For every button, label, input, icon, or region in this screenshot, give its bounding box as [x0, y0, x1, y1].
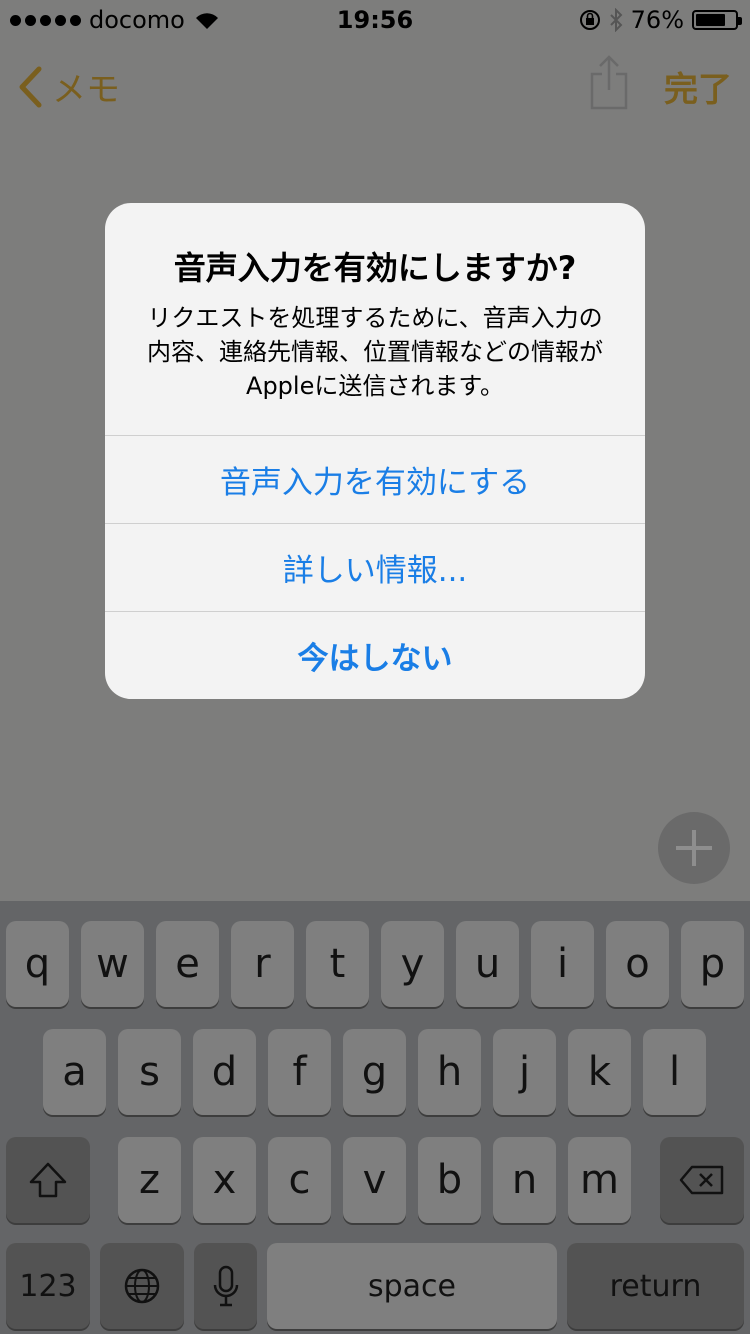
space-key[interactable]: space: [267, 1243, 557, 1329]
key-k[interactable]: k: [568, 1029, 631, 1115]
battery-level-fill: [696, 14, 725, 26]
backspace-key[interactable]: [660, 1137, 744, 1223]
alert-title: 音声入力を有効にしますか?: [173, 249, 577, 287]
shift-arrow-icon: [29, 1162, 67, 1198]
key-l[interactable]: l: [643, 1029, 706, 1115]
plus-icon: [676, 830, 712, 866]
key-p[interactable]: p: [681, 921, 744, 1007]
add-checklist-button[interactable]: [658, 812, 730, 884]
done-button[interactable]: 完了: [664, 62, 732, 111]
rotation-lock-icon: [579, 10, 600, 30]
alert-message-line: 内容、連絡先情報、位置情報などの情報が: [147, 338, 603, 366]
chevron-left-icon: [19, 66, 42, 107]
key-i[interactable]: i: [531, 921, 594, 1007]
status-bar: docomo 19:56 76%: [0, 0, 750, 40]
dictation-alert: 音声入力を有効にしますか? リクエストを処理するために、音声入力の 内容、連絡先…: [105, 203, 645, 699]
key-x[interactable]: x: [193, 1137, 256, 1223]
back-button[interactable]: メモ: [18, 62, 120, 111]
key-a[interactable]: a: [43, 1029, 106, 1115]
key-v[interactable]: v: [343, 1137, 406, 1223]
battery-icon: [692, 10, 742, 30]
more-info-button[interactable]: 詳しい情報...: [105, 523, 645, 611]
key-n[interactable]: n: [493, 1137, 556, 1223]
share-icon[interactable]: [588, 54, 630, 110]
battery-percent: 76%: [630, 6, 684, 34]
key-q[interactable]: q: [6, 921, 69, 1007]
key-j[interactable]: j: [493, 1029, 556, 1115]
status-right: 76%: [579, 6, 742, 34]
keyboard: q w e r t y u i o p a s d f g h j k l z …: [0, 901, 750, 1334]
key-r[interactable]: r: [231, 921, 294, 1007]
key-s[interactable]: s: [118, 1029, 181, 1115]
key-g[interactable]: g: [343, 1029, 406, 1115]
key-h[interactable]: h: [418, 1029, 481, 1115]
key-f[interactable]: f: [268, 1029, 331, 1115]
numbers-key[interactable]: 123: [6, 1243, 90, 1329]
key-b[interactable]: b: [418, 1137, 481, 1223]
back-button-label: メモ: [52, 70, 120, 110]
key-t[interactable]: t: [306, 921, 369, 1007]
microphone-icon: [213, 1265, 238, 1307]
dictation-key[interactable]: [194, 1243, 257, 1329]
return-key[interactable]: return: [567, 1243, 744, 1329]
alert-message-line: リクエストを処理するために、音声入力の: [147, 304, 603, 332]
shift-key[interactable]: [6, 1137, 90, 1223]
nav-bar: メモ 完了: [0, 40, 750, 128]
key-c[interactable]: c: [268, 1137, 331, 1223]
not-now-button[interactable]: 今はしない: [105, 611, 645, 699]
key-y[interactable]: y: [381, 921, 444, 1007]
enable-dictation-button[interactable]: 音声入力を有効にする: [105, 435, 645, 523]
globe-icon: [124, 1268, 160, 1304]
key-w[interactable]: w: [81, 921, 144, 1007]
bluetooth-icon: [609, 8, 623, 32]
key-m[interactable]: m: [568, 1137, 631, 1223]
key-o[interactable]: o: [606, 921, 669, 1007]
alert-message: リクエストを処理するために、音声入力の 内容、連絡先情報、位置情報などの情報が …: [135, 301, 615, 403]
key-e[interactable]: e: [156, 921, 219, 1007]
alert-message-line: Appleに送信されます。: [246, 372, 504, 400]
globe-key[interactable]: [100, 1243, 184, 1329]
key-u[interactable]: u: [456, 921, 519, 1007]
backspace-icon: [679, 1165, 724, 1195]
key-z[interactable]: z: [118, 1137, 181, 1223]
key-d[interactable]: d: [193, 1029, 256, 1115]
